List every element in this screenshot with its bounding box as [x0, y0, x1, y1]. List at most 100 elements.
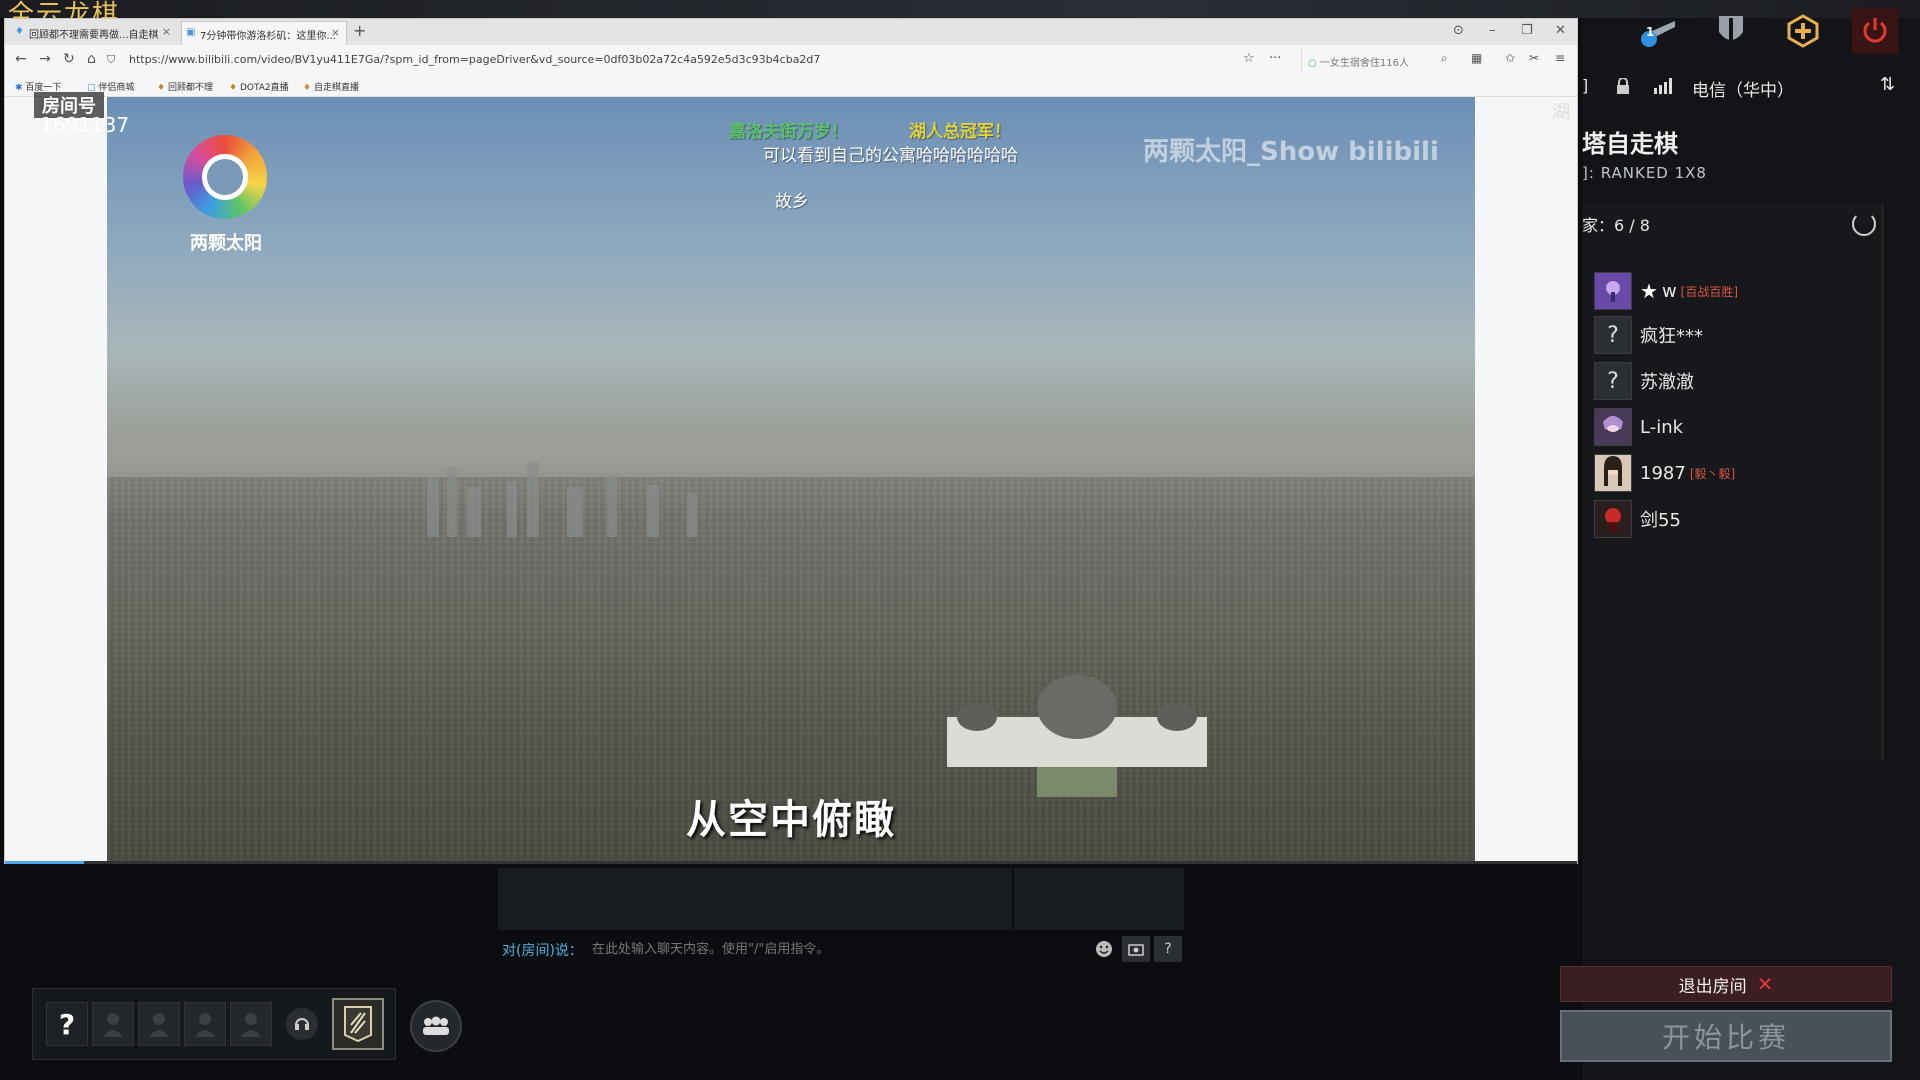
- tab-close-icon[interactable]: ×: [162, 25, 171, 38]
- close-icon: ✕: [1756, 972, 1774, 996]
- chat-input[interactable]: [590, 938, 1090, 960]
- danmaku-comment: 可以看到自己的公寓哈哈哈哈哈哈: [763, 146, 1018, 166]
- status-bar: ] 电信（华中） ⇅: [1582, 74, 1920, 104]
- bilibili-icon: ▣: [186, 27, 196, 38]
- skyline-shape: [427, 462, 697, 537]
- forward-icon[interactable]: →: [39, 51, 51, 67]
- mode-sub-text: RANKED 1X8: [1600, 164, 1707, 182]
- room-id: 1691137: [40, 113, 130, 137]
- edge-text: 湖: [1552, 102, 1570, 123]
- notification-badge: 1: [1646, 25, 1655, 39]
- swap-icon[interactable]: ⇅: [1880, 74, 1895, 95]
- video-subtitle: 从空中俯瞰: [686, 797, 896, 843]
- player-name: 苏澈澈: [1640, 372, 1694, 393]
- top-icon-bar: 1: [1620, 0, 1920, 62]
- party-slot-unknown[interactable]: ?: [46, 1002, 88, 1046]
- rank-badge-icon[interactable]: [332, 998, 384, 1050]
- plus-shield-icon[interactable]: [1780, 8, 1826, 54]
- bookmark-article[interactable]: ♦ 回顾都不理: [157, 80, 213, 93]
- mode-sub-bracket: ]:: [1582, 164, 1601, 182]
- favorites-icon[interactable]: ✩: [1505, 51, 1515, 65]
- chat-help-button[interactable]: ?: [1154, 936, 1182, 962]
- video-player[interactable]: 两颗太阳 两颗太阳_Show bilibili 嘉洛夫街万岁！ 湖人总冠军！ 可…: [107, 97, 1475, 861]
- chat-log-panel: [498, 868, 1184, 930]
- minimize-icon[interactable]: –: [1489, 23, 1496, 38]
- player-name: 1987: [1640, 462, 1686, 484]
- player-row[interactable]: ? 疯狂***: [1594, 316, 1703, 354]
- chat-divider: [1012, 868, 1014, 930]
- close-window-icon[interactable]: ✕: [1555, 23, 1566, 38]
- home-icon[interactable]: ⌂: [87, 51, 96, 67]
- search-icon[interactable]: ⌕: [1441, 51, 1448, 66]
- voice-chat-icon[interactable]: [286, 1008, 318, 1040]
- more-icon[interactable]: ···: [1269, 51, 1281, 66]
- new-tab-button[interactable]: +: [353, 21, 366, 40]
- tab-dota-article[interactable]: ♦ 回顾都不理需要再做...自走棋 ×: [11, 21, 177, 45]
- danmaku-comment: 嘉洛夫街万岁！: [729, 122, 848, 142]
- baidu-icon: ✱: [15, 83, 26, 93]
- video-progress-fill: [5, 861, 84, 864]
- player-row[interactable]: ? 苏澈澈: [1594, 362, 1694, 400]
- player-name: 疯狂***: [1640, 326, 1703, 347]
- players-count: 家：6 / 8: [1582, 216, 1650, 235]
- bookmark-autochess-live[interactable]: ♦ 自走棋直播: [303, 80, 359, 93]
- leave-room-button[interactable]: 退出房间 ✕: [1560, 966, 1892, 1002]
- apps-grid-icon[interactable]: ▦: [1471, 51, 1482, 65]
- emoji-icon[interactable]: [1090, 936, 1118, 962]
- party-slot-empty-icon[interactable]: [184, 1002, 226, 1046]
- player-row[interactable]: ★ w [百战百胜]: [1594, 272, 1738, 310]
- address-bar[interactable]: https://www.bilibili.com/video/BV1yu411E…: [121, 49, 1305, 71]
- tools-icon[interactable]: ✂: [1529, 51, 1539, 65]
- channel-logo-text: 两颗太阳: [190, 233, 262, 254]
- party-slot-empty-icon[interactable]: [230, 1002, 272, 1046]
- party-group-icon[interactable]: [410, 1000, 462, 1052]
- tab-bar: ♦ 回顾都不理需要再做...自走棋 × ▣ 7分钟带你游洛杉矶：这里你... ×…: [5, 19, 1577, 45]
- tab-close-icon[interactable]: ×: [331, 26, 340, 39]
- channel-logo-icon: [183, 135, 267, 219]
- page-icon: ♦: [229, 83, 240, 93]
- start-match-button[interactable]: 开始比赛: [1560, 1010, 1892, 1062]
- lock-icon: [1616, 77, 1630, 99]
- player-name: w: [1661, 280, 1677, 302]
- tab-label: 7分钟带你游洛杉矶：这里你...: [200, 31, 336, 42]
- screenshot-icon[interactable]: [1122, 936, 1150, 962]
- restore-icon[interactable]: ❐: [1521, 23, 1533, 38]
- ranked-icon[interactable]: 1: [1636, 8, 1682, 54]
- player-row[interactable]: L-ink: [1594, 408, 1683, 446]
- power-icon[interactable]: [1852, 8, 1898, 54]
- avatar-purple-icon: [1594, 272, 1632, 310]
- mode-title: 塔自走棋: [1582, 130, 1678, 158]
- tab-bilibili-video[interactable]: ▣ 7分钟带你游洛杉矶：这里你... ×: [181, 21, 347, 45]
- page-icon: ♦: [15, 26, 24, 37]
- danmaku-comment: 故乡: [775, 192, 809, 212]
- player-name: L-ink: [1640, 416, 1684, 438]
- shield-icon: ⛉: [107, 53, 116, 66]
- chat-channel-label[interactable]: 对(房间)说：: [502, 940, 583, 960]
- player-row[interactable]: 1987 [毅丶毅]: [1594, 454, 1735, 492]
- mode-subtitle: ]: RANKED 1X8: [1582, 164, 1707, 182]
- red-avatar-icon: [1594, 500, 1632, 538]
- back-icon[interactable]: ←: [15, 51, 27, 67]
- bookmark-star-icon[interactable]: ☆: [1243, 51, 1255, 66]
- tab-label: 回顾都不理需要再做...自走棋: [29, 30, 159, 41]
- page-icon: ♦: [157, 83, 168, 93]
- leave-room-label: 退出房间: [1678, 976, 1747, 997]
- party-slot-empty-icon[interactable]: [138, 1002, 180, 1046]
- search-placeholder: 一女生宿舍住116人: [1319, 58, 1409, 69]
- bracket-glyph: ]: [1582, 76, 1589, 95]
- party-slot-empty-icon[interactable]: [92, 1002, 134, 1046]
- browser-window: ♦ 回顾都不理需要再做...自走棋 × ▣ 7分钟带你游洛杉矶：这里你... ×…: [4, 18, 1578, 864]
- page-icon: ♦: [303, 83, 314, 93]
- logo-inner: [202, 154, 248, 200]
- video-progress-bar[interactable]: [5, 861, 1577, 864]
- reload-icon[interactable]: ↻: [63, 51, 75, 67]
- player-tag: [百战百胜]: [1680, 284, 1739, 299]
- unknown-avatar-icon: ?: [1594, 316, 1632, 354]
- armory-icon[interactable]: [1708, 8, 1754, 54]
- extension-icon[interactable]: ⊙: [1453, 23, 1464, 38]
- bookmark-dota2-live[interactable]: ♦ DOTA2直播: [229, 80, 289, 93]
- menu-icon[interactable]: ≡: [1555, 51, 1565, 65]
- search-input[interactable]: ○ 一女生宿舍住116人: [1301, 49, 1455, 71]
- player-row[interactable]: 剑55: [1594, 500, 1681, 538]
- signal-icon: [1654, 76, 1676, 99]
